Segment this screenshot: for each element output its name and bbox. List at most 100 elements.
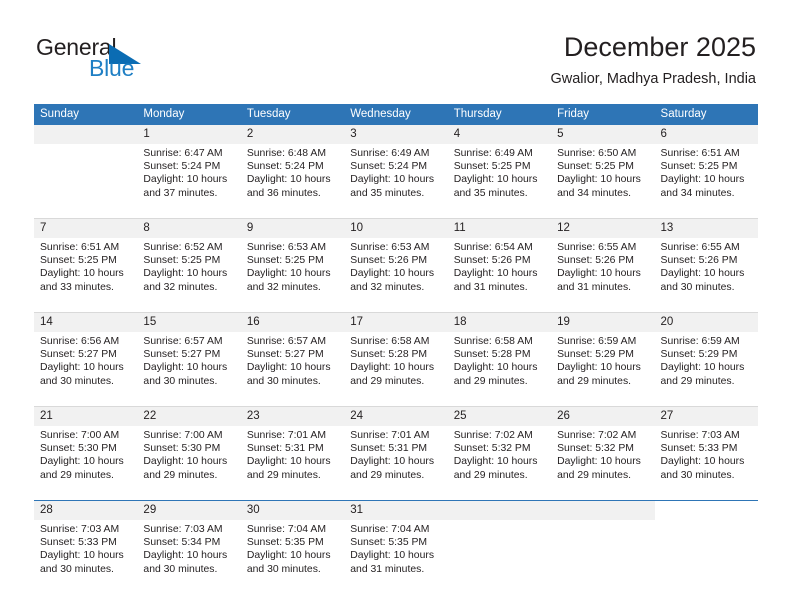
day-cell[interactable]: Sunrise: 6:51 AM Sunset: 5:25 PM Dayligh… bbox=[34, 238, 138, 313]
day-number[interactable]: 23 bbox=[240, 406, 345, 426]
day-cell[interactable]: Sunrise: 6:55 AM Sunset: 5:26 PM Dayligh… bbox=[654, 238, 758, 313]
day-number[interactable]: 11 bbox=[447, 218, 552, 238]
daylight-text-line1: Daylight: 10 hours bbox=[40, 268, 124, 280]
day-cell[interactable]: Sunrise: 6:58 AM Sunset: 5:28 PM Dayligh… bbox=[447, 332, 552, 407]
day-number[interactable]: 17 bbox=[344, 312, 448, 332]
day-cell[interactable]: Sunrise: 6:47 AM Sunset: 5:24 PM Dayligh… bbox=[137, 144, 241, 219]
weekday-header-monday: Monday bbox=[137, 104, 241, 125]
sunset-text: Sunset: 5:24 PM bbox=[246, 161, 324, 173]
day-number[interactable]: 4 bbox=[447, 125, 552, 144]
sunrise-text: Sunrise: 7:01 AM bbox=[350, 430, 430, 441]
day-number[interactable]: 3 bbox=[344, 125, 448, 144]
sunrise-text: Sunrise: 6:59 AM bbox=[557, 336, 637, 347]
day-number[interactable]: 2 bbox=[240, 125, 345, 144]
day-number[interactable]: 30 bbox=[240, 500, 345, 520]
day-number[interactable]: 6 bbox=[654, 125, 758, 144]
day-number[interactable]: 22 bbox=[137, 406, 241, 426]
day-number[interactable]: 9 bbox=[240, 218, 345, 238]
day-number[interactable]: 14 bbox=[34, 312, 138, 332]
day-cell[interactable]: Sunrise: 6:59 AM Sunset: 5:29 PM Dayligh… bbox=[551, 332, 655, 407]
day-cell[interactable]: Sunrise: 6:55 AM Sunset: 5:26 PM Dayligh… bbox=[551, 238, 655, 313]
day-cell[interactable]: Sunrise: 7:02 AM Sunset: 5:32 PM Dayligh… bbox=[447, 426, 552, 501]
daylight-text-line2: and 31 minutes. bbox=[557, 281, 632, 293]
weekday-header-tuesday: Tuesday bbox=[240, 104, 345, 125]
daylight-text-line1: Daylight: 10 hours bbox=[143, 268, 228, 280]
day-cell[interactable]: Sunrise: 6:49 AM Sunset: 5:25 PM Dayligh… bbox=[447, 144, 552, 219]
day-cell[interactable]: Sunrise: 6:53 AM Sunset: 5:26 PM Dayligh… bbox=[344, 238, 448, 313]
day-cell[interactable]: Sunrise: 7:01 AM Sunset: 5:31 PM Dayligh… bbox=[344, 426, 448, 501]
day-number[interactable]: 26 bbox=[551, 406, 655, 426]
daylight-text-line1: Daylight: 10 hours bbox=[453, 268, 538, 280]
day-number[interactable]: 19 bbox=[551, 312, 655, 332]
day-number[interactable]: 27 bbox=[654, 406, 758, 426]
week-info-row: Sunrise: 7:00 AM Sunset: 5:30 PM Dayligh… bbox=[34, 426, 758, 501]
sunset-text: Sunset: 5:35 PM bbox=[350, 537, 428, 549]
day-number[interactable]: 16 bbox=[240, 312, 345, 332]
day-cell[interactable]: Sunrise: 6:58 AM Sunset: 5:28 PM Dayligh… bbox=[344, 332, 448, 407]
day-cell[interactable]: Sunrise: 6:51 AM Sunset: 5:25 PM Dayligh… bbox=[654, 144, 758, 219]
daylight-text-line2: and 37 minutes. bbox=[143, 187, 218, 199]
day-number[interactable]: 31 bbox=[344, 500, 448, 520]
day-cell[interactable]: Sunrise: 7:03 AM Sunset: 5:33 PM Dayligh… bbox=[654, 426, 758, 501]
daylight-text-line2: and 30 minutes. bbox=[246, 375, 321, 387]
day-cell[interactable]: Sunrise: 7:03 AM Sunset: 5:34 PM Dayligh… bbox=[137, 520, 241, 594]
week-info-row: Sunrise: 6:47 AM Sunset: 5:24 PM Dayligh… bbox=[34, 144, 758, 219]
day-number[interactable]: 15 bbox=[137, 312, 241, 332]
day-cell[interactable]: Sunrise: 6:50 AM Sunset: 5:25 PM Dayligh… bbox=[551, 144, 655, 219]
day-cell[interactable]: Sunrise: 6:56 AM Sunset: 5:27 PM Dayligh… bbox=[34, 332, 138, 407]
sunset-text: Sunset: 5:30 PM bbox=[40, 443, 117, 455]
day-number[interactable] bbox=[654, 500, 758, 520]
sunrise-text: Sunrise: 6:49 AM bbox=[350, 148, 430, 159]
day-number[interactable]: 25 bbox=[447, 406, 552, 426]
daylight-text-line1: Daylight: 10 hours bbox=[40, 550, 124, 562]
day-cell[interactable]: Sunrise: 7:00 AM Sunset: 5:30 PM Dayligh… bbox=[34, 426, 138, 501]
day-number[interactable]: 12 bbox=[551, 218, 655, 238]
day-cell[interactable]: Sunrise: 6:54 AM Sunset: 5:26 PM Dayligh… bbox=[447, 238, 552, 313]
day-cell[interactable]: Sunrise: 6:57 AM Sunset: 5:27 PM Dayligh… bbox=[240, 332, 345, 407]
daylight-text-line1: Daylight: 10 hours bbox=[557, 362, 641, 374]
day-cell[interactable]: Sunrise: 6:49 AM Sunset: 5:24 PM Dayligh… bbox=[344, 144, 448, 219]
day-cell[interactable]: Sunrise: 7:04 AM Sunset: 5:35 PM Dayligh… bbox=[344, 520, 448, 594]
day-cell[interactable]: Sunrise: 6:52 AM Sunset: 5:25 PM Dayligh… bbox=[137, 238, 241, 313]
day-number[interactable]: 10 bbox=[344, 218, 448, 238]
day-number[interactable]: 1 bbox=[137, 125, 241, 144]
day-cell bbox=[551, 520, 655, 594]
day-cell[interactable]: Sunrise: 6:53 AM Sunset: 5:25 PM Dayligh… bbox=[240, 238, 345, 313]
day-number[interactable] bbox=[551, 500, 655, 520]
general-blue-logo[interactable]: General Blue bbox=[36, 34, 236, 90]
day-number[interactable]: 8 bbox=[137, 218, 241, 238]
daylight-text-line2: and 29 minutes. bbox=[246, 469, 321, 481]
sunrise-text: Sunrise: 7:04 AM bbox=[350, 524, 430, 535]
day-cell[interactable]: Sunrise: 6:59 AM Sunset: 5:29 PM Dayligh… bbox=[654, 332, 758, 407]
day-number[interactable]: 5 bbox=[551, 125, 655, 144]
logo-text-blue: Blue bbox=[89, 55, 135, 81]
daylight-text-line2: and 31 minutes. bbox=[453, 281, 528, 293]
day-number[interactable]: 28 bbox=[34, 500, 138, 520]
day-number[interactable]: 13 bbox=[654, 218, 758, 238]
day-number[interactable] bbox=[447, 500, 552, 520]
day-number[interactable]: 24 bbox=[344, 406, 448, 426]
day-number[interactable]: 29 bbox=[137, 500, 241, 520]
day-number[interactable]: 20 bbox=[654, 312, 758, 332]
day-cell[interactable]: Sunrise: 7:04 AM Sunset: 5:35 PM Dayligh… bbox=[240, 520, 345, 594]
sunrise-text: Sunrise: 7:03 AM bbox=[40, 524, 120, 535]
page-subtitle: Gwalior, Madhya Pradesh, India bbox=[550, 71, 756, 87]
day-cell bbox=[447, 520, 552, 594]
sunrise-text: Sunrise: 6:59 AM bbox=[660, 336, 740, 347]
day-cell[interactable]: Sunrise: 7:03 AM Sunset: 5:33 PM Dayligh… bbox=[34, 520, 138, 594]
day-number[interactable]: 21 bbox=[34, 406, 138, 426]
day-cell[interactable]: Sunrise: 7:00 AM Sunset: 5:30 PM Dayligh… bbox=[137, 426, 241, 501]
day-cell[interactable]: Sunrise: 7:01 AM Sunset: 5:31 PM Dayligh… bbox=[240, 426, 345, 501]
day-number[interactable]: 7 bbox=[34, 218, 138, 238]
day-cell[interactable]: Sunrise: 7:02 AM Sunset: 5:32 PM Dayligh… bbox=[551, 426, 655, 501]
sunrise-text: Sunrise: 6:58 AM bbox=[350, 336, 430, 347]
sunrise-text: Sunrise: 6:47 AM bbox=[143, 148, 223, 159]
day-cell[interactable]: Sunrise: 6:48 AM Sunset: 5:24 PM Dayligh… bbox=[240, 144, 345, 219]
week-number-row: 1 2 3 4 5 6 bbox=[34, 125, 758, 144]
day-number[interactable] bbox=[34, 125, 138, 144]
day-cell[interactable]: Sunrise: 6:57 AM Sunset: 5:27 PM Dayligh… bbox=[137, 332, 241, 407]
sunrise-text: Sunrise: 7:03 AM bbox=[143, 524, 223, 535]
daylight-text-line1: Daylight: 10 hours bbox=[350, 268, 435, 280]
week-info-row: Sunrise: 6:51 AM Sunset: 5:25 PM Dayligh… bbox=[34, 238, 758, 313]
day-number[interactable]: 18 bbox=[447, 312, 552, 332]
